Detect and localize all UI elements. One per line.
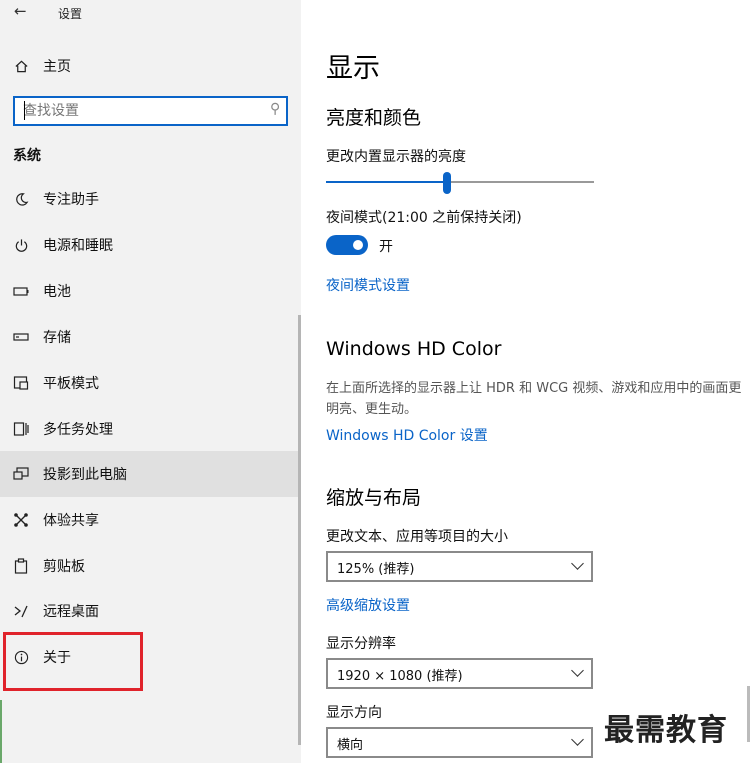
hd-color-heading: Windows HD Color <box>326 338 502 360</box>
sidebar-item-label: 平板模式 <box>43 376 99 392</box>
home-label: 主页 <box>43 59 71 75</box>
home-nav-item[interactable]: 主页 <box>0 52 301 80</box>
scale-label: 更改文本、应用等项目的大小 <box>326 529 508 545</box>
orientation-label: 显示方向 <box>326 705 382 721</box>
sidebar-item-label: 电池 <box>43 284 71 300</box>
tablet-mode-icon <box>12 374 30 392</box>
sidebar-item-clipboard[interactable]: 剪贴板 <box>0 543 301 589</box>
sidebar-item-label: 多任务处理 <box>43 422 113 438</box>
advanced-scaling-link[interactable]: 高级缩放设置 <box>326 595 410 615</box>
slider-track-empty <box>451 181 594 183</box>
sidebar-item-project-to-pc[interactable]: 投影到此电脑 <box>0 451 301 497</box>
battery-icon <box>12 282 30 300</box>
sidebar-item-remote-desktop[interactable]: 远程桌面 <box>0 588 301 634</box>
sidebar: ← 设置 主页 ⚲ 系统 专注助手 电源和睡眠 电池 存储 <box>0 0 301 763</box>
resolution-dropdown[interactable]: 1920 × 1080 (推荐) <box>326 658 593 689</box>
sidebar-item-label: 体验共享 <box>43 513 99 529</box>
remote-desktop-icon <box>12 602 30 620</box>
slider-thumb[interactable] <box>443 172 451 194</box>
page-scrollbar[interactable] <box>747 686 750 742</box>
page-title: 显示 <box>326 53 380 84</box>
brightness-slider-label: 更改内置显示器的亮度 <box>326 149 466 165</box>
sidebar-item-battery[interactable]: 电池 <box>0 268 301 314</box>
scale-dropdown[interactable]: 125% (推荐) <box>326 551 593 582</box>
back-arrow-icon[interactable]: ← <box>14 2 27 20</box>
power-icon <box>12 236 30 254</box>
toggle-knob <box>353 240 363 250</box>
resolution-label: 显示分辨率 <box>326 636 396 652</box>
night-light-settings-link[interactable]: 夜间模式设置 <box>326 275 410 295</box>
section-title: 系统 <box>13 148 41 164</box>
search-input[interactable] <box>23 102 253 120</box>
orientation-value: 横向 <box>337 738 364 753</box>
watermark-text: 最需教育 <box>604 713 728 748</box>
sidebar-item-label: 剪贴板 <box>43 559 85 575</box>
chevron-down-icon <box>571 557 584 570</box>
brightness-slider[interactable] <box>326 172 594 194</box>
scale-value: 125% (推荐) <box>337 562 415 577</box>
storage-icon <box>12 328 30 346</box>
search-box[interactable]: ⚲ <box>13 96 288 126</box>
sidebar-item-label: 投影到此电脑 <box>43 467 127 483</box>
orientation-dropdown[interactable]: 横向 <box>326 727 593 758</box>
sidebar-item-label: 电源和睡眠 <box>43 238 113 254</box>
hd-color-description: 在上面所选择的显示器上让 HDR 和 WCG 视频、游戏和应用中的画面更明亮、更… <box>326 381 742 417</box>
sidebar-item-focus-assist[interactable]: 专注助手 <box>0 176 301 222</box>
shared-experiences-icon <box>12 511 30 529</box>
sidebar-item-shared-experiences[interactable]: 体验共享 <box>0 497 301 543</box>
clipboard-icon <box>12 557 30 575</box>
title-bar: ← 设置 <box>0 0 301 26</box>
resolution-value: 1920 × 1080 (推荐) <box>337 669 463 684</box>
hd-color-settings-link[interactable]: Windows HD Color 设置 <box>326 425 488 445</box>
sidebar-item-label: 存储 <box>43 330 71 346</box>
search-icon[interactable]: ⚲ <box>270 101 280 117</box>
night-light-label: 夜间模式(21:00 之前保持关闭) <box>326 210 522 226</box>
sidebar-item-power-sleep[interactable]: 电源和睡眠 <box>0 222 301 268</box>
sidebar-item-multitasking[interactable]: 多任务处理 <box>0 406 301 452</box>
toggle-state-label: 开 <box>379 239 393 255</box>
window-title: 设置 <box>58 7 83 21</box>
project-icon <box>12 465 30 483</box>
brightness-heading: 亮度和颜色 <box>326 107 422 129</box>
home-icon <box>12 57 30 75</box>
moon-icon <box>12 190 30 208</box>
sidebar-item-label: 专注助手 <box>43 192 99 208</box>
sidebar-item-label: 远程桌面 <box>43 604 99 620</box>
multitasking-icon <box>12 420 30 438</box>
window-edge <box>0 700 2 763</box>
sidebar-item-tablet-mode[interactable]: 平板模式 <box>0 360 301 406</box>
chevron-down-icon <box>571 664 584 677</box>
night-light-toggle[interactable] <box>326 235 368 255</box>
sidebar-item-storage[interactable]: 存储 <box>0 314 301 360</box>
scale-layout-heading: 缩放与布局 <box>326 487 422 509</box>
main-content: 显示 亮度和颜色 更改内置显示器的亮度 夜间模式(21:00 之前保持关闭) 开… <box>301 0 755 763</box>
chevron-down-icon <box>571 733 584 746</box>
red-highlight-box <box>3 632 143 691</box>
slider-track-filled <box>326 181 447 183</box>
text-caret <box>24 101 25 120</box>
